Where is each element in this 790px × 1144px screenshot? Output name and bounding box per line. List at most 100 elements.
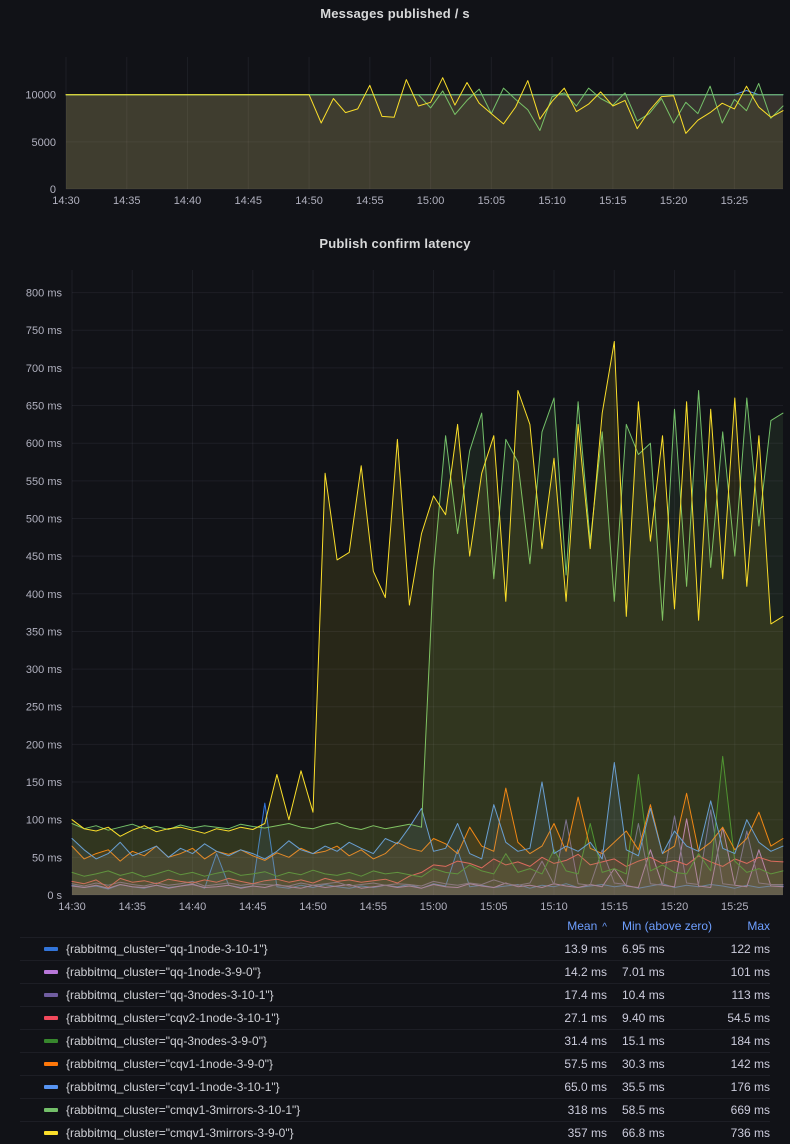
legend-row: {rabbitmq_cluster="qq-3nodes-3-9-0"} 31.4… <box>20 1029 770 1052</box>
x-tick-label: 14:45 <box>235 195 263 207</box>
panel-title-messages-published[interactable]: Messages published / s <box>0 6 790 21</box>
y-tick-label: 800 ms <box>26 288 63 300</box>
y-tick-label: 700 ms <box>26 363 63 375</box>
legend-row: {rabbitmq_cluster="qq-1node-3-10-1"} 13.9… <box>20 937 770 960</box>
legend-row: {rabbitmq_cluster="qq-3nodes-3-10-1"} 17.… <box>20 983 770 1006</box>
series-color-swatch[interactable] <box>44 1062 58 1066</box>
legend-max-value: 669 ms <box>722 1103 770 1117</box>
x-tick-label: 14:30 <box>58 901 86 913</box>
y-tick-label: 750 ms <box>26 325 63 337</box>
y-tick-label: 100 ms <box>26 815 63 827</box>
grafana-dashboard: { "panels": [ { "title": "Messages publi… <box>0 0 790 1144</box>
series-color-swatch[interactable] <box>44 1039 58 1043</box>
series-color-swatch[interactable] <box>44 1016 58 1020</box>
legend-max-value: 176 ms <box>722 1080 770 1094</box>
legend-row: {rabbitmq_cluster="qq-1node-3-9-0"} 14.2 … <box>20 960 770 983</box>
legend-min-value: 35.5 ms <box>622 1080 722 1094</box>
publish-confirm-latency-chart[interactable]: 0 s50 ms100 ms150 ms200 ms250 ms300 ms35… <box>0 230 790 915</box>
x-tick-label: 15:10 <box>538 195 566 207</box>
legend-mean-value: 27.1 ms <box>527 1011 622 1025</box>
x-tick-label: 14:40 <box>179 901 207 913</box>
panel-title-publish-confirm-latency[interactable]: Publish confirm latency <box>0 236 790 251</box>
legend-max-value: 113 ms <box>722 988 770 1002</box>
legend-mean-value: 17.4 ms <box>527 988 622 1002</box>
legend-max-value: 122 ms <box>722 942 770 956</box>
y-tick-label: 650 ms <box>26 401 63 413</box>
legend-series-label[interactable]: {rabbitmq_cluster="qq-3nodes-3-9-0"} <box>66 1034 267 1048</box>
x-tick-label: 14:55 <box>356 195 384 207</box>
series-color-swatch[interactable] <box>44 1108 58 1112</box>
legend-series-label[interactable]: {rabbitmq_cluster="cqv1-1node-3-9-0"} <box>66 1057 273 1071</box>
legend-column-mean[interactable]: Mean ^ <box>527 919 622 933</box>
x-tick-label: 15:05 <box>480 901 508 913</box>
series-area-cmqv1-3mirrors-3-9-0 <box>72 342 783 896</box>
y-tick-label: 600 ms <box>26 438 63 450</box>
legend-row: {rabbitmq_cluster="cmqv1-3mirrors-3-9-0"… <box>20 1121 770 1144</box>
legend-column-mean-label: Mean <box>567 919 597 933</box>
legend-mean-value: 13.9 ms <box>527 942 622 956</box>
legend-rows: {rabbitmq_cluster="qq-1node-3-10-1"} 13.9… <box>20 937 770 1144</box>
y-tick-label: 5000 <box>32 137 56 149</box>
legend: Mean ^ Min (above zero) Max {rabbitmq_clu… <box>0 915 790 1144</box>
x-tick-label: 15:00 <box>420 901 448 913</box>
legend-min-value: 15.1 ms <box>622 1034 722 1048</box>
x-tick-label: 14:40 <box>174 195 202 207</box>
legend-series-label[interactable]: {rabbitmq_cluster="cqv1-1node-3-10-1"} <box>66 1080 280 1094</box>
x-tick-label: 14:55 <box>360 901 388 913</box>
y-tick-label: 400 ms <box>26 589 63 601</box>
y-tick-label: 200 ms <box>26 739 63 751</box>
x-tick-label: 15:10 <box>540 901 568 913</box>
legend-row: {rabbitmq_cluster="cqv1-1node-3-10-1"} 65… <box>20 1075 770 1098</box>
x-tick-label: 15:20 <box>661 901 689 913</box>
legend-min-value: 10.4 ms <box>622 988 722 1002</box>
series-color-swatch[interactable] <box>44 947 58 951</box>
legend-row: {rabbitmq_cluster="cqv1-1node-3-9-0"}57.… <box>20 1052 770 1075</box>
x-tick-label: 15:15 <box>599 195 627 207</box>
messages-published-chart[interactable]: 050001000014:3014:3514:4014:4514:5014:55… <box>0 0 790 230</box>
legend-mean-value: 65.0 ms <box>527 1080 622 1094</box>
y-tick-label: 550 ms <box>26 476 63 488</box>
x-tick-label: 14:45 <box>239 901 267 913</box>
legend-max-value: 184 ms <box>722 1034 770 1048</box>
publish-confirm-latency-panel: Publish confirm latency 0 s50 ms100 ms15… <box>0 230 790 915</box>
y-tick-label: 450 ms <box>26 551 63 563</box>
x-tick-label: 15:05 <box>478 195 506 207</box>
legend-min-value: 58.5 ms <box>622 1103 722 1117</box>
series-color-swatch[interactable] <box>44 1085 58 1089</box>
y-tick-label: 350 ms <box>26 626 63 638</box>
legend-max-value: 736 ms <box>722 1126 770 1140</box>
legend-series-label[interactable]: {rabbitmq_cluster="cmqv1-3mirrors-3-9-0"… <box>66 1126 294 1140</box>
legend-series-label[interactable]: {rabbitmq_cluster="qq-1node-3-10-1"} <box>66 942 268 956</box>
series-line-blue-blip-10000 <box>66 91 783 95</box>
legend-min-value: 6.95 ms <box>622 942 722 956</box>
legend-row: {rabbitmq_cluster="cmqv1-3mirrors-3-10-1… <box>20 1098 770 1121</box>
series-color-swatch[interactable] <box>44 993 58 997</box>
x-tick-label: 15:25 <box>721 195 749 207</box>
sort-ascending-caret-icon: ^ <box>602 922 607 933</box>
y-tick-label: 150 ms <box>26 777 63 789</box>
legend-mean-value: 31.4 ms <box>527 1034 622 1048</box>
x-tick-label: 15:25 <box>721 901 749 913</box>
legend-mean-value: 14.2 ms <box>527 965 622 979</box>
legend-column-min[interactable]: Min (above zero) <box>622 919 722 933</box>
x-tick-label: 14:35 <box>118 901 146 913</box>
legend-min-value: 9.40 ms <box>622 1011 722 1025</box>
legend-mean-value: 318 ms <box>527 1103 622 1117</box>
legend-series-label[interactable]: {rabbitmq_cluster="cqv2-1node-3-10-1"} <box>66 1011 280 1025</box>
x-tick-label: 14:35 <box>113 195 141 207</box>
series-color-swatch[interactable] <box>44 1131 58 1135</box>
legend-series-label[interactable]: {rabbitmq_cluster="qq-1node-3-9-0"} <box>66 965 261 979</box>
legend-series-label[interactable]: {rabbitmq_cluster="cmqv1-3mirrors-3-10-1… <box>66 1103 300 1117</box>
legend-min-value: 66.8 ms <box>622 1126 722 1140</box>
legend-max-value: 101 ms <box>722 965 770 979</box>
legend-series-label[interactable]: {rabbitmq_cluster="qq-3nodes-3-10-1"} <box>66 988 274 1002</box>
legend-max-value: 142 ms <box>722 1057 770 1071</box>
series-color-swatch[interactable] <box>44 970 58 974</box>
y-tick-label: 50 ms <box>32 852 62 864</box>
x-tick-label: 14:50 <box>295 195 323 207</box>
y-tick-label: 500 ms <box>26 513 63 525</box>
legend-max-value: 54.5 ms <box>722 1011 770 1025</box>
legend-header: Mean ^ Min (above zero) Max <box>20 915 770 937</box>
legend-column-max[interactable]: Max <box>722 919 770 933</box>
y-tick-label: 10000 <box>25 90 56 102</box>
